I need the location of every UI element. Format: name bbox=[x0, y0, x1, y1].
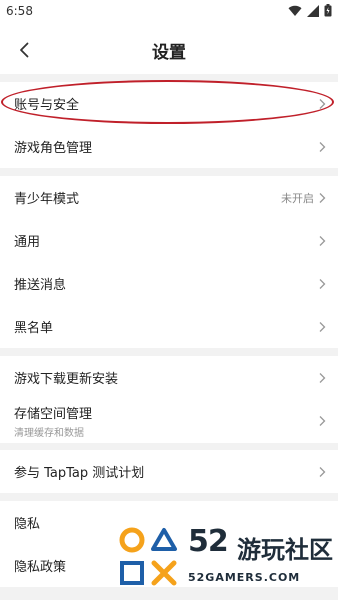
game-symbols-logo-icon bbox=[119, 527, 177, 586]
chevron-right-icon bbox=[319, 321, 326, 332]
watermark-logo: 52 游玩社区 52GAMERS.COM bbox=[118, 522, 333, 592]
settings-group-general: 青少年模式 未开启 通用 推送消息 黑名单 bbox=[0, 176, 338, 348]
chevron-right-icon bbox=[319, 98, 326, 109]
teen-mode-status: 未开启 bbox=[281, 191, 314, 205]
row-label: 青少年模式 bbox=[14, 192, 80, 207]
row-general[interactable]: 通用 bbox=[0, 219, 338, 262]
chevron-right-icon bbox=[319, 235, 326, 246]
row-text-stack: 存储空间管理 清理缓存和数据 bbox=[14, 403, 92, 439]
chevron-right-icon bbox=[319, 141, 326, 152]
row-game-download-update[interactable]: 游戏下载更新安装 bbox=[0, 356, 338, 399]
row-label: 通用 bbox=[14, 235, 41, 250]
chevron-right-icon bbox=[319, 466, 326, 477]
row-label: 游戏角色管理 bbox=[14, 141, 93, 156]
status-time: 6:58 bbox=[6, 4, 33, 18]
row-teen-mode[interactable]: 青少年模式 未开启 bbox=[0, 176, 338, 219]
row-game-role-management[interactable]: 游戏角色管理 bbox=[0, 125, 338, 168]
row-push-notifications[interactable]: 推送消息 bbox=[0, 262, 338, 305]
row-label: 推送消息 bbox=[14, 278, 67, 293]
settings-group-account: 账号与安全 游戏角色管理 bbox=[0, 82, 338, 168]
header: 设置 bbox=[0, 26, 338, 74]
row-label: 黑名单 bbox=[14, 321, 54, 336]
row-account-security[interactable]: 账号与安全 bbox=[0, 82, 338, 125]
chevron-right-icon bbox=[319, 278, 326, 289]
chevron-right-icon bbox=[319, 372, 326, 383]
wifi-icon bbox=[288, 5, 302, 16]
row-sublabel: 清理缓存和数据 bbox=[14, 428, 84, 439]
row-label: 隐私政策 bbox=[14, 560, 67, 575]
status-bar: 6:58 bbox=[0, 0, 338, 26]
page-title: 设置 bbox=[152, 43, 186, 63]
row-label: 存储空间管理 bbox=[14, 407, 93, 422]
status-icons bbox=[288, 4, 332, 17]
watermark-number: 52 bbox=[188, 524, 229, 559]
watermark-brand: 游玩社区 bbox=[237, 536, 333, 564]
settings-group-testing: 参与 TapTap 测试计划 bbox=[0, 450, 338, 493]
row-label: 游戏下载更新安装 bbox=[14, 372, 119, 387]
signal-icon bbox=[307, 4, 319, 17]
row-label: 参与 TapTap 测试计划 bbox=[14, 466, 145, 481]
row-taptap-test-program[interactable]: 参与 TapTap 测试计划 bbox=[0, 450, 338, 493]
row-label: 隐私 bbox=[14, 517, 41, 532]
chevron-right-icon bbox=[319, 416, 326, 426]
row-blacklist[interactable]: 黑名单 bbox=[0, 305, 338, 348]
row-label: 账号与安全 bbox=[14, 98, 80, 113]
row-storage-management[interactable]: 存储空间管理 清理缓存和数据 bbox=[0, 399, 338, 443]
battery-icon bbox=[324, 4, 332, 17]
watermark-domain: 52GAMERS.COM bbox=[188, 571, 301, 584]
settings-group-storage: 游戏下载更新安装 存储空间管理 清理缓存和数据 bbox=[0, 356, 338, 443]
chevron-right-icon bbox=[319, 192, 326, 203]
